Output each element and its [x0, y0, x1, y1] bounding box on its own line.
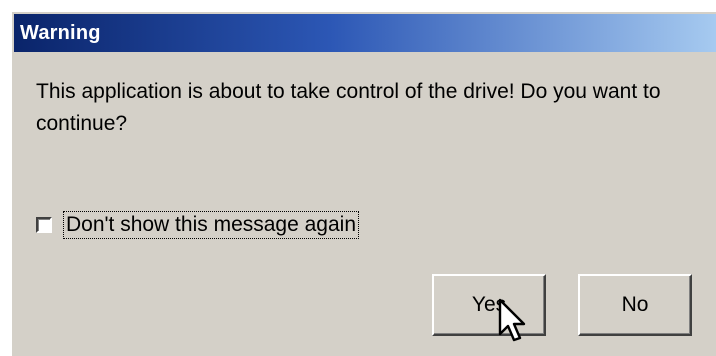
dont-show-again-label[interactable]: Don't show this message again	[62, 211, 360, 239]
dont-show-again-row[interactable]: Don't show this message again	[36, 211, 360, 239]
arrow-cursor-icon	[498, 298, 526, 342]
warning-message: This application is about to take contro…	[36, 80, 661, 135]
no-button[interactable]: No	[578, 274, 692, 336]
title-bar[interactable]: Warning	[14, 14, 716, 52]
warning-dialog: Warning This application is about to tak…	[10, 10, 716, 356]
dialog-title: Warning	[20, 21, 101, 44]
dont-show-again-checkbox[interactable]	[36, 217, 52, 233]
